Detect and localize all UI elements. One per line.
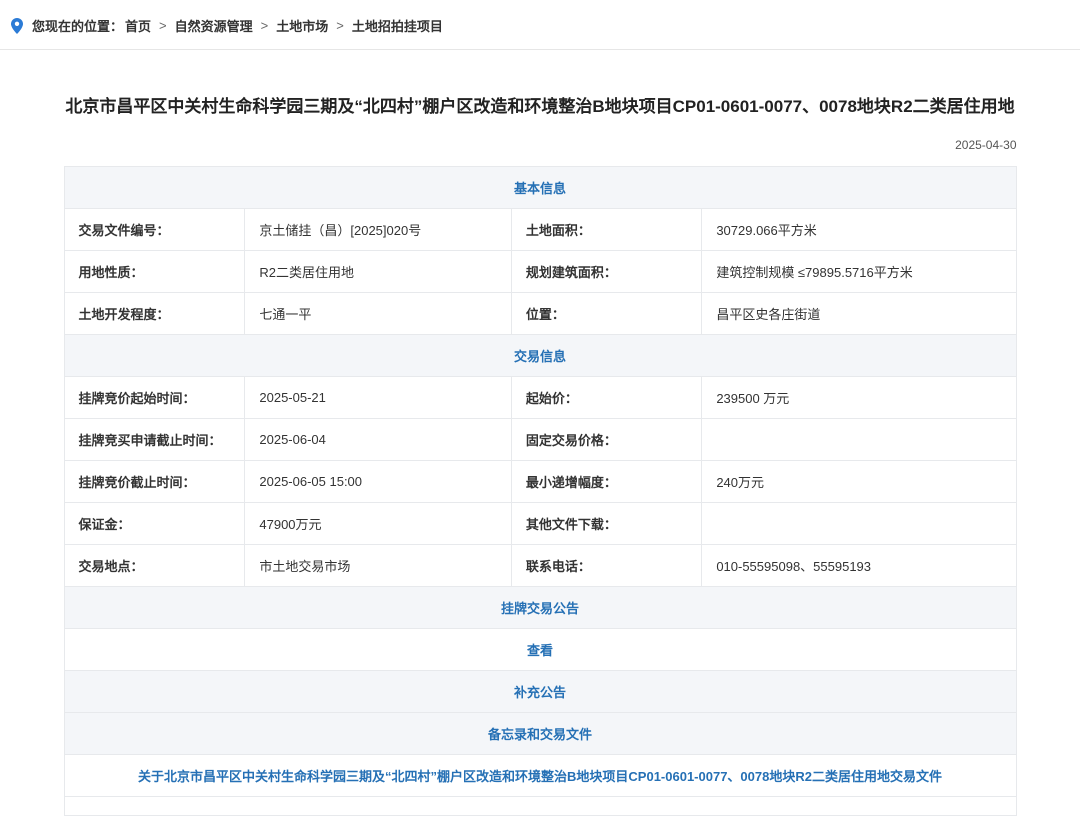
- field-label: 起始价：: [511, 377, 701, 419]
- table-row: 交易文件编号： 京土储挂（昌）[2025]020号 土地面积： 30729.06…: [64, 209, 1016, 251]
- field-label: 联系电话：: [511, 545, 701, 587]
- field-value: [702, 503, 1016, 545]
- field-value: 240万元: [702, 461, 1016, 503]
- field-label: 规划建筑面积：: [511, 251, 701, 293]
- section-header-listing-announcement: 挂牌交易公告: [64, 587, 1016, 629]
- breadcrumb: 您现在的位置： 首页 > 自然资源管理 > 土地市场 > 土地招拍挂项目: [0, 0, 1080, 50]
- table-row: 土地开发程度： 七通一平 位置： 昌平区史各庄街道: [64, 293, 1016, 335]
- field-label: 最小递增幅度：: [511, 461, 701, 503]
- breadcrumb-item-home[interactable]: 首页: [125, 16, 151, 35]
- table-row: [64, 797, 1016, 816]
- field-value: 建筑控制规模 ≤79895.5716平方米: [702, 251, 1016, 293]
- field-value: 30729.066平方米: [702, 209, 1016, 251]
- location-pin-icon: [10, 18, 24, 34]
- field-label: 其他文件下载：: [511, 503, 701, 545]
- breadcrumb-item-current: 土地招拍挂项目: [352, 16, 443, 35]
- breadcrumb-separator: >: [261, 18, 269, 33]
- field-value: 47900万元: [245, 503, 512, 545]
- publish-date: 2025-04-30: [64, 138, 1017, 152]
- table-row: 用地性质： R2二类居住用地 规划建筑面积： 建筑控制规模 ≤79895.571…: [64, 251, 1016, 293]
- table-row: 关于北京市昌平区中关村生命科学园三期及“北四村”棚户区改造和环境整治B地块项目C…: [64, 755, 1016, 797]
- main-content: 北京市昌平区中关村生命科学园三期及“北四村”棚户区改造和环境整治B地块项目CP0…: [64, 50, 1017, 816]
- table-row: 交易信息: [64, 335, 1016, 377]
- field-value: 市土地交易市场: [245, 545, 512, 587]
- view-announcement-link[interactable]: 查看: [527, 643, 553, 658]
- field-label: 保证金：: [64, 503, 245, 545]
- field-label: 用地性质：: [64, 251, 245, 293]
- field-label: 挂牌竞价截止时间：: [64, 461, 245, 503]
- section-header-memo-documents: 备忘录和交易文件: [64, 713, 1016, 755]
- field-value: [702, 419, 1016, 461]
- field-label: 挂牌竞价起始时间：: [64, 377, 245, 419]
- breadcrumb-item-natural-resources[interactable]: 自然资源管理: [175, 16, 253, 35]
- clipped-row: [64, 797, 1016, 816]
- transaction-file-link[interactable]: 关于北京市昌平区中关村生命科学园三期及“北四村”棚户区改造和环境整治B地块项目C…: [138, 769, 942, 784]
- breadcrumb-prefix: 您现在的位置：: [32, 16, 123, 35]
- breadcrumb-separator: >: [336, 18, 344, 33]
- breadcrumb-item-land-market[interactable]: 土地市场: [276, 16, 328, 35]
- table-row: 保证金： 47900万元 其他文件下载：: [64, 503, 1016, 545]
- field-label: 土地面积：: [511, 209, 701, 251]
- section-header-supplement-announcement: 补充公告: [64, 671, 1016, 713]
- table-row: 备忘录和交易文件: [64, 713, 1016, 755]
- field-label: 位置：: [511, 293, 701, 335]
- field-value: 2025-05-21: [245, 377, 512, 419]
- table-row: 挂牌竞价起始时间： 2025-05-21 起始价： 239500 万元: [64, 377, 1016, 419]
- field-value: 七通一平: [245, 293, 512, 335]
- field-label: 交易地点：: [64, 545, 245, 587]
- field-value: 239500 万元: [702, 377, 1016, 419]
- field-value: 京土储挂（昌）[2025]020号: [245, 209, 512, 251]
- field-label: 土地开发程度：: [64, 293, 245, 335]
- table-row: 挂牌竞买申请截止时间： 2025-06-04 固定交易价格：: [64, 419, 1016, 461]
- field-value: R2二类居住用地: [245, 251, 512, 293]
- section-header-trade-info: 交易信息: [64, 335, 1016, 377]
- field-label: 固定交易价格：: [511, 419, 701, 461]
- field-label: 交易文件编号：: [64, 209, 245, 251]
- table-row: 挂牌交易公告: [64, 587, 1016, 629]
- breadcrumb-separator: >: [159, 18, 167, 33]
- field-value: 010-55595098、55595193: [702, 545, 1016, 587]
- field-value: 2025-06-05 15:00: [245, 461, 512, 503]
- field-value: 昌平区史各庄街道: [702, 293, 1016, 335]
- land-detail-table: 基本信息 交易文件编号： 京土储挂（昌）[2025]020号 土地面积： 307…: [64, 166, 1017, 816]
- section-header-basic-info: 基本信息: [64, 167, 1016, 209]
- table-row: 基本信息: [64, 167, 1016, 209]
- field-label: 挂牌竞买申请截止时间：: [64, 419, 245, 461]
- table-row: 交易地点： 市土地交易市场 联系电话： 010-55595098、5559519…: [64, 545, 1016, 587]
- table-row: 补充公告: [64, 671, 1016, 713]
- table-row: 查看: [64, 629, 1016, 671]
- field-value: 2025-06-04: [245, 419, 512, 461]
- table-row: 挂牌竞价截止时间： 2025-06-05 15:00 最小递增幅度： 240万元: [64, 461, 1016, 503]
- page-title: 北京市昌平区中关村生命科学园三期及“北四村”棚户区改造和环境整治B地块项目CP0…: [64, 94, 1017, 120]
